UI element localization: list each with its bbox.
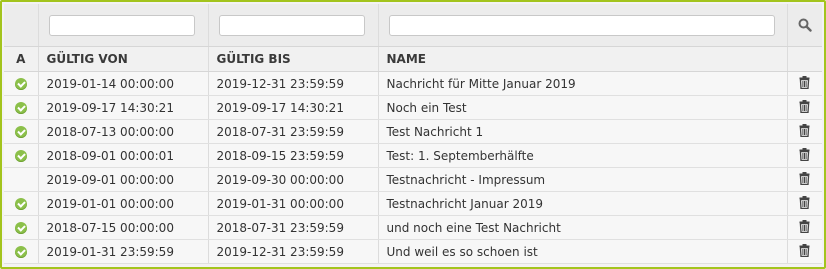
table-row[interactable]: 2019-09-17 14:30:21 2019-09-17 14:30:21 No… bbox=[4, 95, 822, 120]
valid-to-cell: 2019-09-30 00:00:00 bbox=[208, 167, 379, 192]
filter-name-box bbox=[388, 14, 775, 36]
trash-icon[interactable] bbox=[799, 75, 810, 92]
active-cell bbox=[4, 95, 39, 120]
table-row[interactable]: 2018-07-15 00:00:00 2018-07-31 23:59:59 un… bbox=[4, 215, 822, 240]
filter-valid-from-box bbox=[48, 14, 195, 36]
actions-cell bbox=[787, 95, 822, 120]
name-cell: Nachricht für Mitte Januar 2019 bbox=[378, 71, 788, 96]
valid-from-cell: 2019-09-01 00:00:00 bbox=[38, 167, 209, 192]
check-circle-icon bbox=[14, 198, 27, 210]
valid-to-cell: 2019-12-31 23:59:59 bbox=[208, 239, 379, 264]
trash-icon[interactable] bbox=[799, 99, 810, 116]
filter-cell-valid-from bbox=[38, 4, 209, 47]
filter-cell-valid-to bbox=[208, 4, 379, 47]
filter-name-input[interactable] bbox=[389, 15, 774, 35]
trash-icon[interactable] bbox=[799, 195, 810, 212]
filter-cell-name bbox=[378, 4, 788, 47]
table-row[interactable]: 2019-01-01 00:00:00 2019-01-31 00:00:00 Te… bbox=[4, 191, 822, 216]
active-cell bbox=[4, 239, 39, 264]
filter-valid-from-input[interactable] bbox=[49, 15, 194, 35]
valid-from-cell: 2018-07-15 00:00:00 bbox=[38, 215, 209, 240]
valid-from-cell: 2019-01-31 23:59:59 bbox=[38, 239, 209, 264]
table-row[interactable]: 2018-07-13 00:00:00 2018-07-31 23:59:59 Te… bbox=[4, 119, 822, 144]
check-circle-icon bbox=[14, 78, 27, 90]
filter-valid-to-input[interactable] bbox=[219, 15, 364, 35]
column-header-name[interactable]: NAME bbox=[378, 46, 788, 72]
actions-cell bbox=[787, 239, 822, 264]
active-cell bbox=[4, 167, 39, 192]
check-circle-icon bbox=[14, 150, 27, 162]
trash-icon[interactable] bbox=[799, 147, 810, 164]
column-header-valid-from[interactable]: GÜLTIG VON bbox=[38, 46, 209, 72]
messages-table: A GÜLTIG VON GÜLTIG BIS NAME 2019-01-14 … bbox=[4, 4, 822, 264]
valid-to-cell: 2019-12-31 23:59:59 bbox=[208, 71, 379, 96]
valid-to-cell: 2018-07-31 23:59:59 bbox=[208, 119, 379, 144]
actions-cell bbox=[787, 191, 822, 216]
table-row[interactable]: 2019-09-01 00:00:00 2019-09-30 00:00:00 Te… bbox=[4, 167, 822, 192]
valid-to-cell: 2018-07-31 23:59:59 bbox=[208, 215, 379, 240]
filter-cell-search bbox=[787, 4, 822, 47]
valid-to-cell: 2018-09-15 23:59:59 bbox=[208, 143, 379, 168]
actions-cell bbox=[787, 215, 822, 240]
filter-valid-to-box bbox=[218, 14, 365, 36]
check-circle-icon bbox=[14, 246, 27, 258]
name-cell: Testnachricht Januar 2019 bbox=[378, 191, 788, 216]
active-cell bbox=[4, 119, 39, 144]
trash-icon[interactable] bbox=[799, 243, 810, 260]
active-cell bbox=[4, 215, 39, 240]
name-cell: Test Nachricht 1 bbox=[378, 119, 788, 144]
trash-icon[interactable] bbox=[799, 219, 810, 236]
active-cell bbox=[4, 191, 39, 216]
valid-from-cell: 2019-01-01 00:00:00 bbox=[38, 191, 209, 216]
messages-panel: A GÜLTIG VON GÜLTIG BIS NAME 2019-01-14 … bbox=[0, 0, 826, 269]
filter-cell-active bbox=[4, 4, 39, 47]
column-header-actions bbox=[787, 46, 822, 72]
valid-to-cell: 2019-09-17 14:30:21 bbox=[208, 95, 379, 120]
name-cell: Testnachricht - Impressum bbox=[378, 167, 788, 192]
table-row[interactable]: 2019-01-14 00:00:00 2019-12-31 23:59:59 Na… bbox=[4, 71, 822, 96]
name-cell: Noch ein Test bbox=[378, 95, 788, 120]
valid-from-cell: 2019-01-14 00:00:00 bbox=[38, 71, 209, 96]
column-header-active[interactable]: A bbox=[4, 46, 39, 72]
valid-to-cell: 2019-01-31 00:00:00 bbox=[208, 191, 379, 216]
active-cell bbox=[4, 143, 39, 168]
name-cell: Test: 1. Septemberhälfte bbox=[378, 143, 788, 168]
check-circle-icon bbox=[14, 222, 27, 234]
actions-cell bbox=[787, 143, 822, 168]
filter-row bbox=[4, 4, 822, 47]
name-cell: und noch eine Test Nachricht bbox=[378, 215, 788, 240]
valid-from-cell: 2018-09-01 00:00:01 bbox=[38, 143, 209, 168]
active-cell bbox=[4, 71, 39, 96]
check-circle-icon bbox=[14, 102, 27, 114]
actions-cell bbox=[787, 167, 822, 192]
table-row[interactable]: 2019-01-31 23:59:59 2019-12-31 23:59:59 Un… bbox=[4, 239, 822, 264]
trash-icon[interactable] bbox=[799, 123, 810, 140]
actions-cell bbox=[787, 119, 822, 144]
column-header-valid-to[interactable]: GÜLTIG BIS bbox=[208, 46, 379, 72]
table-row[interactable]: 2018-09-01 00:00:01 2018-09-15 23:59:59 Te… bbox=[4, 143, 822, 168]
name-cell: Und weil es so schoen ist bbox=[378, 239, 788, 264]
valid-from-cell: 2019-09-17 14:30:21 bbox=[38, 95, 209, 120]
trash-icon[interactable] bbox=[799, 171, 810, 188]
valid-from-cell: 2018-07-13 00:00:00 bbox=[38, 119, 209, 144]
check-circle-icon bbox=[14, 126, 27, 138]
search-icon[interactable] bbox=[798, 18, 812, 32]
header-row: A GÜLTIG VON GÜLTIG BIS NAME bbox=[4, 46, 822, 72]
actions-cell bbox=[787, 71, 822, 96]
